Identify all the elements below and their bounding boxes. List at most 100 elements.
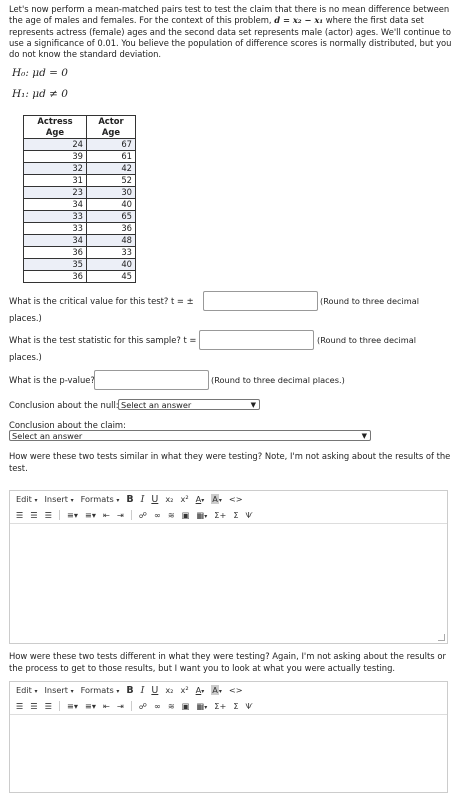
sum-plus-icon[interactable]: Σ+ (214, 510, 226, 520)
code-button[interactable]: <> (229, 494, 243, 504)
similar-answer-textarea[interactable] (10, 523, 447, 642)
actress-age-cell: 36 (23, 270, 87, 283)
editor-menubar: Edit ▾ Insert ▾ Formats ▾ B I U x₂ x² A▾… (10, 682, 447, 698)
claim-conclusion-select[interactable]: Select an answer ▼ (9, 430, 371, 441)
actor-age-cell: 48 (86, 234, 136, 247)
menu-formats[interactable]: Formats ▾ (81, 685, 120, 695)
toolbar-divider (130, 701, 132, 711)
link-icon[interactable]: ∞ (154, 701, 161, 711)
superscript-button[interactable]: x² (180, 494, 188, 504)
table-row: 34 40 (23, 198, 136, 211)
menu-edit[interactable]: Edit ▾ (16, 494, 37, 504)
toolbar-divider (59, 510, 61, 520)
unlink-icon[interactable]: ≋ (168, 510, 175, 520)
align-right-icon[interactable]: ☰ (45, 510, 52, 520)
table-row: 34 48 (23, 234, 136, 247)
claim-select-value: Select an answer (12, 431, 83, 441)
toolbar-divider (130, 510, 132, 520)
align-center-icon[interactable]: ☰ (30, 510, 37, 520)
caret-icon: ▾ (34, 497, 38, 504)
actress-age-cell: 34 (23, 198, 87, 211)
bullet-list-icon[interactable]: ≡▾ (67, 701, 78, 711)
different-answer-textarea[interactable] (10, 714, 447, 791)
indent-icon[interactable]: ⇥ (117, 510, 124, 520)
actress-age-cell: 24 (23, 138, 87, 151)
bold-button[interactable]: B (126, 685, 133, 696)
underline-button[interactable]: U (151, 494, 158, 505)
bg-color-button[interactable]: A▾ (211, 685, 222, 695)
image-icon[interactable]: ▣ (182, 510, 190, 520)
bullet-list-icon[interactable]: ≡▾ (67, 510, 78, 520)
menu-formats[interactable]: Formats ▾ (81, 494, 120, 504)
align-left-icon[interactable]: ☰ (16, 510, 23, 520)
header-actor-age: Actor Age (86, 115, 136, 139)
p-value-hint: (Round to three decimal places.) (211, 375, 345, 385)
bold-button[interactable]: B (126, 494, 133, 505)
critical-value-hint: (Round to three decimal (320, 296, 420, 306)
table-icon[interactable]: ▦▾ (197, 510, 208, 520)
link-icon[interactable]: ∞ (154, 510, 161, 520)
actor-age-cell: 42 (86, 162, 136, 175)
align-center-icon[interactable]: ☰ (30, 701, 37, 711)
caret-icon: ▾ (34, 688, 38, 695)
null-hypothesis: H₀: μd = 0 (12, 67, 68, 79)
align-right-icon[interactable]: ☰ (45, 701, 52, 711)
test-statistic-hint-cont: places.) (9, 352, 42, 362)
critical-value-hint-cont: places.) (9, 313, 42, 323)
caret-icon: ▾ (70, 688, 74, 695)
different-question: How were these two tests different in wh… (9, 651, 446, 673)
menu-insert[interactable]: Insert ▾ (44, 685, 73, 695)
outdent-icon[interactable]: ⇤ (103, 701, 110, 711)
bg-color-button[interactable]: A▾ (211, 494, 222, 504)
image-icon[interactable]: ▣ (182, 701, 190, 711)
actor-age-cell: 30 (86, 186, 136, 199)
actress-age-cell: 39 (23, 150, 87, 163)
sum-plus-icon[interactable]: Σ+ (214, 701, 226, 711)
problem-intro: Let's now perform a mean-matched pairs t… (9, 4, 464, 60)
attach-icon[interactable]: ☍ (139, 701, 147, 711)
underline-button[interactable]: U (151, 685, 158, 696)
code-button[interactable]: <> (229, 685, 243, 695)
actor-age-cell: 52 (86, 174, 136, 187)
sum-icon[interactable]: Σ (233, 701, 238, 711)
null-select-value: Select an answer (121, 400, 192, 410)
numbered-list-icon[interactable]: ≡▾ (85, 701, 96, 711)
subscript-button[interactable]: x₂ (165, 685, 173, 695)
superscript-button[interactable]: x² (180, 685, 188, 695)
menu-insert[interactable]: Insert ▾ (44, 494, 73, 504)
indent-icon[interactable]: ⇥ (117, 701, 124, 711)
special-char-icon[interactable]: Ѱ (246, 510, 253, 520)
actress-age-cell: 32 (23, 162, 87, 175)
critical-value-input[interactable] (203, 291, 318, 311)
actor-age-cell: 45 (86, 270, 136, 283)
outdent-icon[interactable]: ⇤ (103, 510, 110, 520)
header-actress-age: Actress Age (23, 115, 87, 139)
null-conclusion-label: Conclusion about the null: (9, 400, 119, 410)
italic-button[interactable]: I (141, 494, 145, 505)
font-color-button[interactable]: A▾ (196, 685, 205, 695)
actor-age-cell: 40 (86, 258, 136, 271)
numbered-list-icon[interactable]: ≡▾ (85, 510, 96, 520)
critical-value-question: What is the critical value for this test… (9, 296, 194, 306)
special-char-icon[interactable]: Ѱ (246, 701, 253, 711)
test-statistic-hint: (Round to three decimal (317, 335, 417, 345)
p-value-question: What is the p-value? (9, 375, 95, 385)
sum-icon[interactable]: Σ (233, 510, 238, 520)
actress-age-cell: 36 (23, 246, 87, 259)
resize-handle[interactable] (438, 634, 445, 641)
attach-icon[interactable]: ☍ (139, 510, 147, 520)
actor-age-cell: 33 (86, 246, 136, 259)
align-left-icon[interactable]: ☰ (16, 701, 23, 711)
null-conclusion-select[interactable]: Select an answer ▼ (118, 399, 260, 410)
p-value-input[interactable] (94, 370, 209, 390)
menu-edit[interactable]: Edit ▾ (16, 685, 37, 695)
unlink-icon[interactable]: ≋ (168, 701, 175, 711)
italic-button[interactable]: I (141, 685, 145, 696)
test-statistic-input[interactable] (199, 330, 314, 350)
actor-age-cell: 61 (86, 150, 136, 163)
different-answer-editor: Edit ▾ Insert ▾ Formats ▾ B I U x₂ x² A▾… (9, 681, 448, 793)
subscript-button[interactable]: x₂ (165, 494, 173, 504)
similar-answer-editor: Edit ▾ Insert ▾ Formats ▾ B I U x₂ x² A▾… (9, 490, 448, 644)
font-color-button[interactable]: A▾ (196, 494, 205, 504)
table-icon[interactable]: ▦▾ (197, 701, 208, 711)
